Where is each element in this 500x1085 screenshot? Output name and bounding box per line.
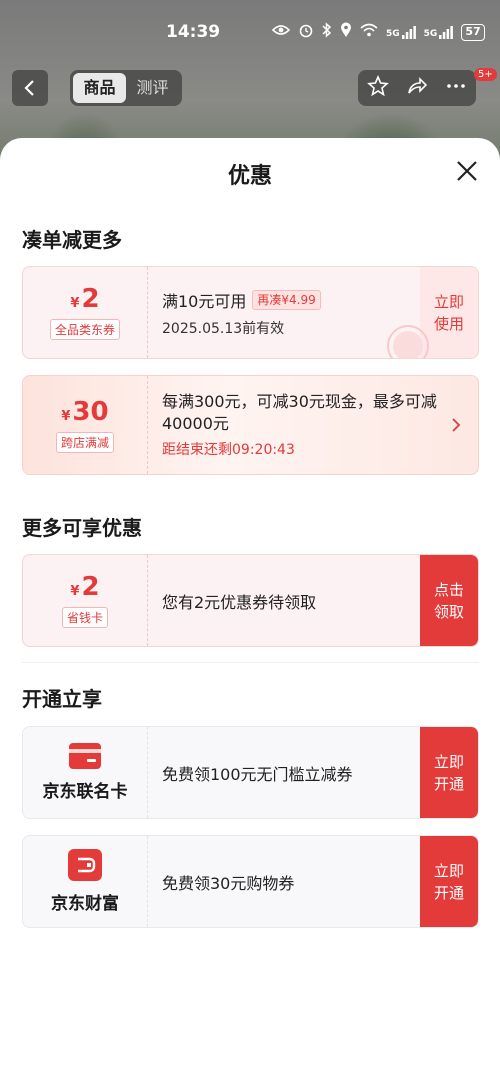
claim-label-1: 点击 <box>433 580 464 599</box>
coupon-info: 满10元可用 再凑¥4.99 2025.05.13前有效 <box>148 267 420 358</box>
status-icons: 5G 5G 57 <box>271 22 485 42</box>
message-badge: 5+ <box>474 68 497 81</box>
more-button[interactable] <box>445 75 467 101</box>
status-time: 14:39 <box>166 22 221 42</box>
chevron-right-icon <box>452 418 461 432</box>
sheet-title: 优惠 <box>227 164 272 189</box>
location-icon <box>340 22 352 42</box>
signal-icon-1: 5G <box>386 25 416 39</box>
jd-finance-card[interactable]: 京东财富 免费领30元购物券 立即 开通 <box>22 835 479 928</box>
cobrand-logo-area: 京东联名卡 <box>23 727 147 818</box>
section-divider <box>22 662 479 663</box>
star-icon <box>366 74 389 97</box>
coupon-condition: 满10元可用 <box>162 291 247 311</box>
savings-text: 您有2元优惠券待领取 <box>162 592 317 612</box>
chevron-left-icon <box>24 80 34 96</box>
nav-actions <box>358 70 476 106</box>
promo-amount: ¥ 30 <box>61 398 108 426</box>
promo-card[interactable]: ¥ 30 跨店满减 每满300元，可减30元现金，最多可减40000元 距结束还… <box>22 375 479 475</box>
open-cobrand-label-1: 立即 <box>433 752 464 771</box>
coupon-card[interactable]: ¥ 2 全品类东券 满10元可用 再凑¥4.99 2025.05.13前有效 立… <box>22 266 479 359</box>
favorite-button[interactable] <box>366 74 389 101</box>
finance-info: 免费领30元购物券 <box>148 836 420 927</box>
wallet-icon <box>68 849 102 881</box>
coupon-gap-chip: 再凑¥4.99 <box>252 289 321 310</box>
savings-yen: ¥ <box>70 584 80 599</box>
savings-amount-value: 2 <box>81 572 100 602</box>
signal-icon-2: 5G <box>424 25 454 39</box>
close-button[interactable] <box>452 156 482 186</box>
close-icon <box>457 161 477 181</box>
savings-info: 您有2元优惠券待领取 <box>148 555 420 646</box>
finance-logo-area: 京东财富 <box>23 836 147 927</box>
coupon-validity: 2025.05.13前有效 <box>162 320 285 337</box>
cobrand-text: 免费领100元无门槛立减券 <box>162 764 353 784</box>
promo-info: 每满300元，可减30元现金，最多可减40000元 距结束还剩09:20:43 <box>148 376 478 474</box>
credit-card-icon <box>69 743 101 769</box>
top-nav: 商品 测评 5+ <box>0 68 500 106</box>
tab-review[interactable]: 测评 <box>126 73 179 103</box>
coupon-tag: 全品类东券 <box>49 319 120 340</box>
coupon-amount: ¥ 2 <box>70 285 99 313</box>
section-title-open: 开通立享 <box>22 687 102 711</box>
promo-amount-value: 30 <box>72 396 109 427</box>
section-title-more: 更多可享优惠 <box>22 516 142 540</box>
share-button[interactable] <box>406 75 428 101</box>
jd-cobrand-card[interactable]: 京东联名卡 免费领100元无门槛立减券 立即 开通 <box>22 726 479 819</box>
promo-countdown: 距结束还剩09:20:43 <box>162 442 295 458</box>
signal-label-1: 5G <box>386 29 400 39</box>
claim-button[interactable]: 点击 领取 <box>420 555 478 646</box>
savings-amount-area: ¥ 2 省钱卡 <box>23 555 147 646</box>
back-button[interactable] <box>12 70 48 106</box>
open-cobrand-label-2: 开通 <box>433 774 464 793</box>
coupon-amount-value: 2 <box>81 284 100 314</box>
cobrand-name: 京东联名卡 <box>42 782 128 802</box>
promo-tag: 跨店满减 <box>55 431 114 453</box>
use-now-label-2: 使用 <box>433 314 464 333</box>
tab-product[interactable]: 商品 <box>73 73 126 103</box>
cobrand-info: 免费领100元无门槛立减券 <box>148 727 420 818</box>
open-finance-label-1: 立即 <box>433 861 464 880</box>
section-title-combine: 凑单减更多 <box>22 228 122 252</box>
coupon-yen: ¥ <box>70 296 80 311</box>
eye-icon <box>271 24 291 40</box>
signal-label-2: 5G <box>423 29 438 39</box>
finance-name: 京东财富 <box>51 894 119 914</box>
coupon-condition-row: 满10元可用 再凑¥4.99 <box>162 288 406 312</box>
battery-indicator: 57 <box>461 23 485 41</box>
savings-tag: 省钱卡 <box>61 607 108 628</box>
status-bar: 14:39 5G 5G 57 <box>0 0 500 66</box>
wifi-icon <box>360 23 378 41</box>
finance-text: 免费领30元购物券 <box>162 873 295 893</box>
promo-amount-area: ¥ 30 跨店满减 <box>23 376 147 474</box>
promo-yen: ¥ <box>61 408 71 424</box>
savings-card[interactable]: ¥ 2 省钱卡 您有2元优惠券待领取 点击 领取 <box>22 554 479 647</box>
bluetooth-icon <box>322 22 332 42</box>
share-icon <box>408 77 428 94</box>
discount-sheet: 优惠 凑单减更多 ¥ 2 全品类东券 满10元可用 再凑¥4.99 2025.0… <box>0 138 500 1085</box>
more-dots-icon <box>447 84 466 88</box>
open-finance-button[interactable]: 立即 开通 <box>420 836 478 927</box>
nav-tabs: 商品 测评 <box>70 70 182 106</box>
coupon-amount-area: ¥ 2 全品类东券 <box>23 267 147 358</box>
promo-description: 每满300元，可减30元现金，最多可减40000元 <box>162 392 437 433</box>
use-now-label-1: 立即 <box>433 292 464 311</box>
alarm-icon <box>298 22 314 42</box>
savings-amount: ¥ 2 <box>70 573 99 601</box>
open-finance-label-2: 开通 <box>433 883 464 902</box>
claim-label-2: 领取 <box>433 602 464 621</box>
open-cobrand-button[interactable]: 立即 开通 <box>420 727 478 818</box>
claimed-stamp-icon <box>387 325 429 358</box>
